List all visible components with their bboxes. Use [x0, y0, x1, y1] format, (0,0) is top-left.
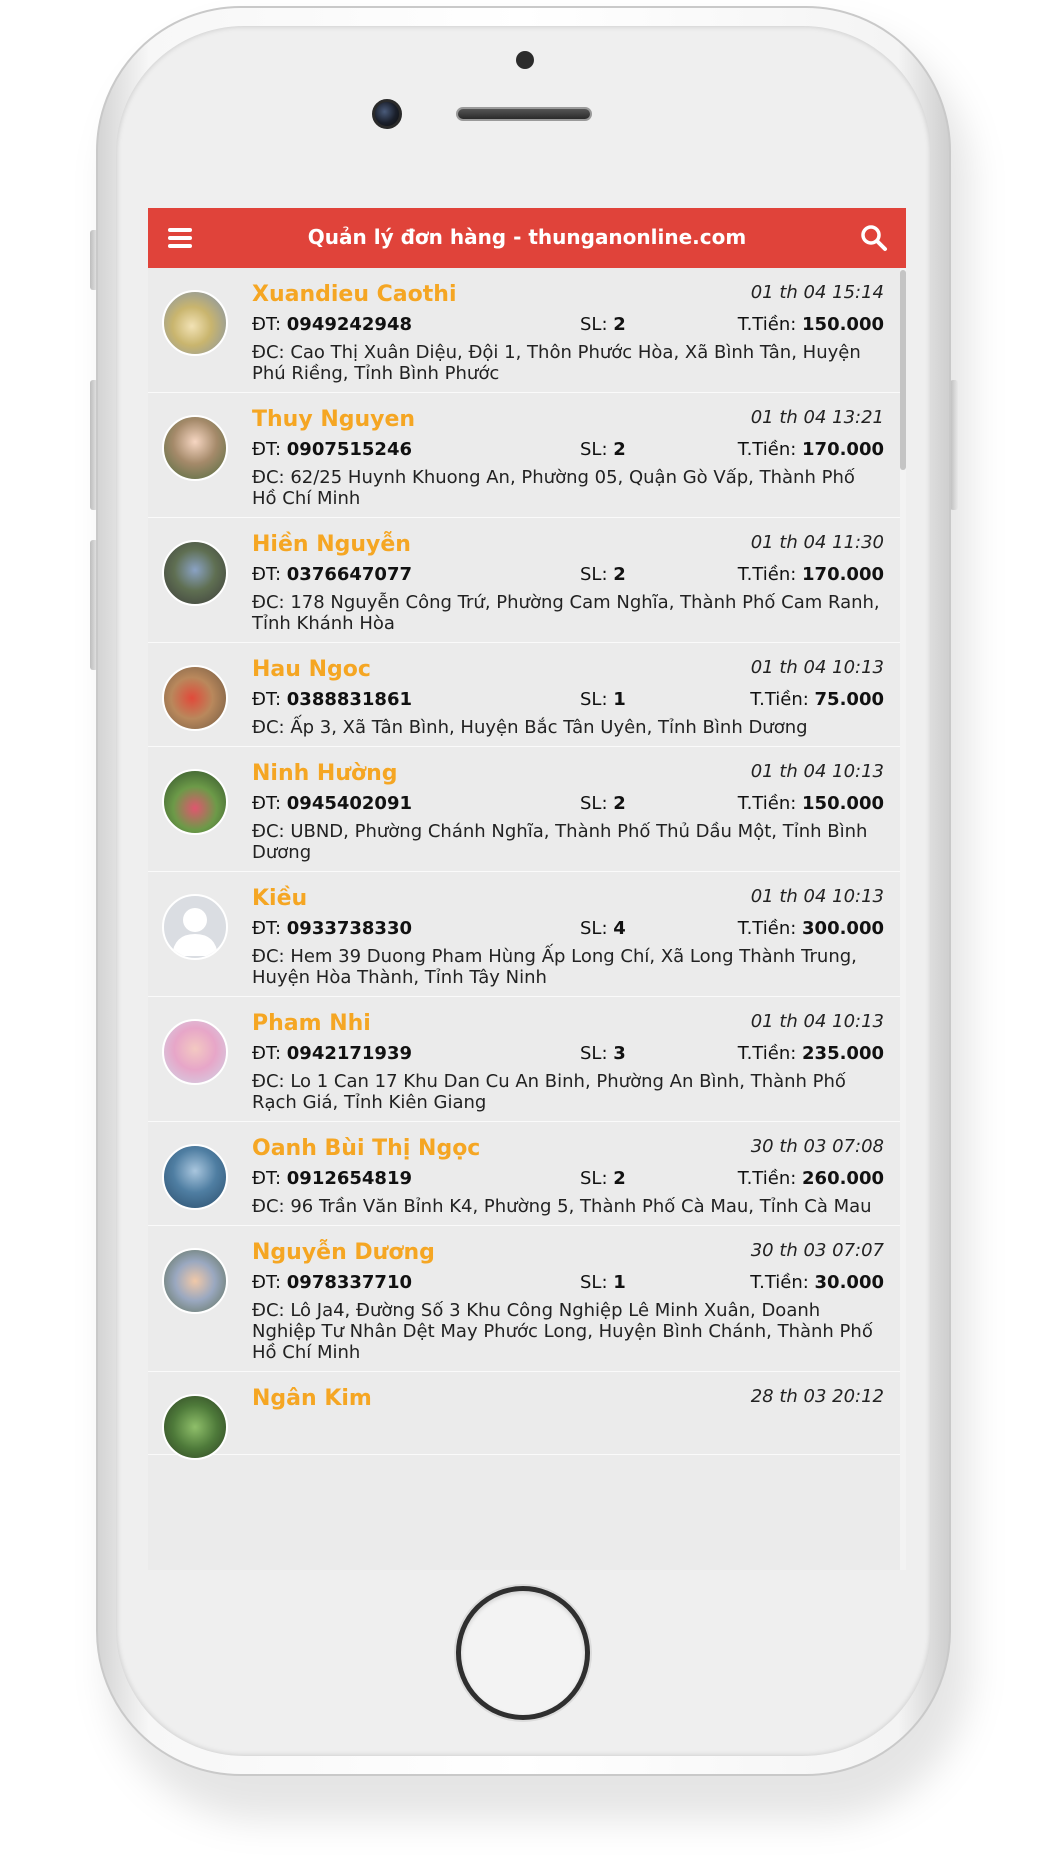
- order-info: ĐT: 0907515246 SL: 2 T.Tiền: 170.000: [252, 439, 884, 467]
- search-icon[interactable]: [860, 224, 888, 252]
- app-screen: Quản lý đơn hàng - thunganonline.com Xua…: [148, 208, 906, 1570]
- total-amount: T.Tiền: 30.000: [750, 1272, 884, 1293]
- phone-number: ĐT: 0912654819: [252, 1168, 413, 1189]
- avatar: [162, 769, 228, 835]
- quantity: SL: 1: [580, 1272, 626, 1293]
- total-amount: T.Tiền: 150.000: [737, 793, 884, 814]
- phone-number: ĐT: 0388831861: [252, 689, 413, 710]
- address: ĐC: Lô Ja4, Đường Số 3 Khu Công Nghiệp L…: [252, 1300, 873, 1363]
- order-time: 01 th 04 10:13: [750, 657, 884, 678]
- order-info: ĐT: 0388831861 SL: 1 T.Tiền: 75.000: [252, 689, 884, 717]
- quantity: SL: 2: [580, 564, 626, 585]
- avatar: [162, 665, 228, 731]
- order-info: [252, 1418, 884, 1446]
- total-amount: T.Tiền: 235.000: [737, 1043, 884, 1064]
- customer-name: Kiều: [252, 886, 308, 911]
- page-title: Quản lý đơn hàng - thunganonline.com: [307, 225, 747, 249]
- order-item[interactable]: Pham Nhi 01 th 04 10:13 ĐT: 0942171939 S…: [148, 997, 900, 1122]
- order-item[interactable]: Nguyễn Dương 30 th 03 07:07 ĐT: 09783377…: [148, 1226, 900, 1372]
- order-item[interactable]: Xuandieu Caothi 01 th 04 15:14 ĐT: 09492…: [148, 268, 900, 393]
- order-info: ĐT: 0949242948 SL: 2 T.Tiền: 150.000: [252, 314, 884, 342]
- quantity: SL: 4: [580, 918, 626, 939]
- address: ĐC: Lo 1 Can 17 Khu Dan Cu An Binh, Phườ…: [252, 1071, 846, 1113]
- order-item[interactable]: Ninh Hường 01 th 04 10:13 ĐT: 0945402091…: [148, 747, 900, 872]
- quantity: SL: 1: [580, 689, 626, 710]
- proximity-sensor: [516, 51, 534, 69]
- order-info: ĐT: 0942171939 SL: 3 T.Tiền: 235.000: [252, 1043, 884, 1071]
- quantity: SL: 2: [580, 1168, 626, 1189]
- quantity: SL: 2: [580, 793, 626, 814]
- quantity: SL: 2: [580, 314, 626, 335]
- phone-number: ĐT: 0945402091: [252, 793, 413, 814]
- scrollbar[interactable]: [900, 270, 906, 470]
- total-amount: T.Tiền: 75.000: [750, 689, 884, 710]
- customer-name: Ninh Hường: [252, 761, 398, 786]
- order-item[interactable]: Oanh Bùi Thị Ngọc 30 th 03 07:08 ĐT: 091…: [148, 1122, 900, 1226]
- order-item[interactable]: Ngân Kim 28 th 03 20:12: [148, 1372, 900, 1460]
- phone-number: ĐT: 0907515246: [252, 439, 413, 460]
- phone-number: ĐT: 0978337710: [252, 1272, 413, 1293]
- order-info: ĐT: 0933738330 SL: 4 T.Tiền: 300.000: [252, 918, 884, 946]
- total-amount: T.Tiền: 150.000: [737, 314, 884, 335]
- total-amount: T.Tiền: 260.000: [737, 1168, 884, 1189]
- phone-number: ĐT: 0376647077: [252, 564, 413, 585]
- order-item[interactable]: Kiều 01 th 04 10:13 ĐT: 0933738330 SL: 4…: [148, 872, 900, 997]
- earpiece-speaker: [456, 107, 592, 121]
- order-info: ĐT: 0978337710 SL: 1 T.Tiền: 30.000: [252, 1272, 884, 1300]
- order-list[interactable]: Xuandieu Caothi 01 th 04 15:14 ĐT: 09492…: [148, 268, 900, 1570]
- order-time: 01 th 04 10:13: [750, 886, 884, 907]
- customer-name: Nguyễn Dương: [252, 1240, 435, 1265]
- total-amount: T.Tiền: 170.000: [737, 439, 884, 460]
- order-item[interactable]: Hiền Nguyễn 01 th 04 11:30 ĐT: 037664707…: [148, 518, 900, 643]
- order-item[interactable]: Hau Ngoc 01 th 04 10:13 ĐT: 0388831861 S…: [148, 643, 900, 747]
- avatar: [162, 415, 228, 481]
- order-time: 01 th 04 13:21: [750, 407, 884, 428]
- order-time: 30 th 03 07:08: [750, 1136, 884, 1157]
- app-header: Quản lý đơn hàng - thunganonline.com: [148, 208, 906, 268]
- avatar: [162, 290, 228, 356]
- phone-number: ĐT: 0949242948: [252, 314, 413, 335]
- address: ĐC: 96 Trần Văn Bỉnh K4, Phường 5, Thành…: [252, 1196, 872, 1217]
- avatar: [162, 1019, 228, 1085]
- power-button: [950, 380, 958, 510]
- front-camera: [372, 99, 402, 129]
- customer-name: Pham Nhi: [252, 1011, 371, 1036]
- order-time: 01 th 04 15:14: [750, 282, 884, 303]
- total-amount: T.Tiền: 300.000: [737, 918, 884, 939]
- order-time: 01 th 04 10:13: [750, 761, 884, 782]
- order-info: ĐT: 0376647077 SL: 2 T.Tiền: 170.000: [252, 564, 884, 592]
- order-item[interactable]: Thuy Nguyen 01 th 04 13:21 ĐT: 090751524…: [148, 393, 900, 518]
- phone-number: ĐT: 0942171939: [252, 1043, 413, 1064]
- address: ĐC: 62/25 Huynh Khuong An, Phường 05, Qu…: [252, 467, 855, 509]
- avatar: [162, 1144, 228, 1210]
- phone-number: ĐT: 0933738330: [252, 918, 413, 939]
- address: ĐC: 178 Nguyễn Công Trứ, Phường Cam Nghĩ…: [252, 592, 880, 634]
- avatar: [162, 1248, 228, 1314]
- total-amount: T.Tiền: 170.000: [737, 564, 884, 585]
- customer-name: Oanh Bùi Thị Ngọc: [252, 1136, 481, 1161]
- quantity: SL: 3: [580, 1043, 626, 1064]
- address: ĐC: Cao Thị Xuân Diệu, Đội 1, Thôn Phước…: [252, 342, 861, 384]
- order-info: ĐT: 0912654819 SL: 2 T.Tiền: 260.000: [252, 1168, 884, 1196]
- order-time: 01 th 04 11:30: [750, 532, 884, 553]
- address: ĐC: Ấp 3, Xã Tân Bình, Huyện Bắc Tân Uyê…: [252, 717, 808, 738]
- customer-name: Thuy Nguyen: [252, 407, 416, 432]
- customer-name: Hiền Nguyễn: [252, 532, 411, 557]
- avatar: [162, 540, 228, 606]
- default-avatar-icon: [162, 894, 228, 960]
- customer-name: Xuandieu Caothi: [252, 282, 457, 307]
- order-info: ĐT: 0945402091 SL: 2 T.Tiền: 150.000: [252, 793, 884, 821]
- address: ĐC: UBND, Phường Chánh Nghĩa, Thành Phố …: [252, 821, 868, 863]
- order-time: 28 th 03 20:12: [750, 1386, 884, 1407]
- order-time: 01 th 04 10:13: [750, 1011, 884, 1032]
- avatar: [162, 1394, 228, 1460]
- customer-name: Ngân Kim: [252, 1386, 372, 1411]
- address: ĐC: Hem 39 Duong Pham Hùng Ấp Long Chí, …: [252, 946, 857, 988]
- order-time: 30 th 03 07:07: [750, 1240, 884, 1261]
- quantity: SL: 2: [580, 439, 626, 460]
- customer-name: Hau Ngoc: [252, 657, 371, 682]
- home-button[interactable]: [456, 1586, 590, 1720]
